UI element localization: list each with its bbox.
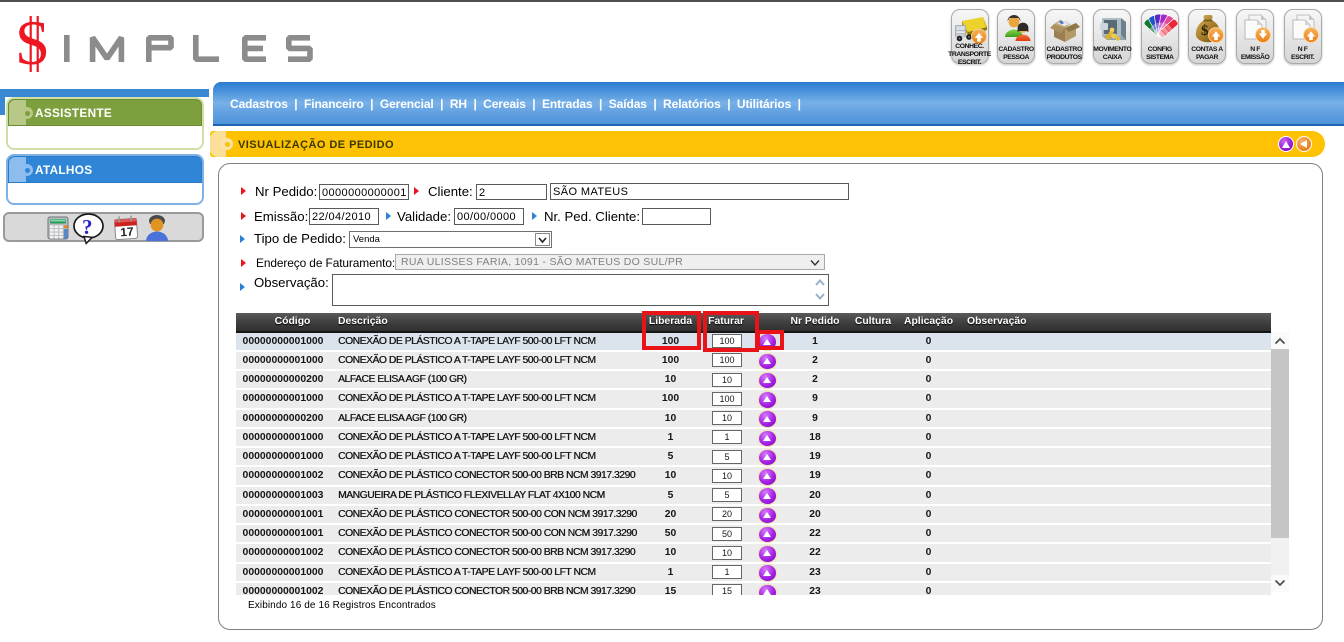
svg-text:?: ? [82, 215, 93, 239]
svg-text:$: $ [1201, 23, 1209, 39]
svg-text:S: S [15, 8, 50, 78]
svg-text:17: 17 [120, 224, 135, 239]
